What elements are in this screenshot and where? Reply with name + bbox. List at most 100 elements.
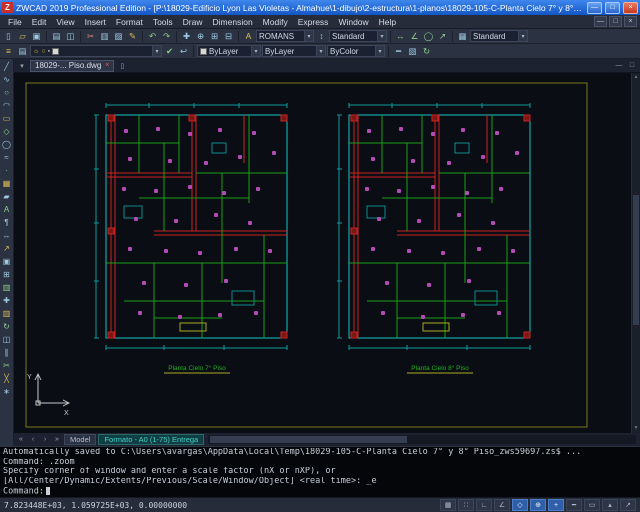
rotate-icon[interactable]: ↻	[1, 320, 13, 332]
color-select[interactable]: ByLayer ▾	[197, 45, 261, 57]
copy-object-icon[interactable]: ▥	[1, 307, 13, 319]
line-icon[interactable]: ╱	[1, 60, 13, 72]
ellipse-icon[interactable]: ◯	[1, 138, 13, 150]
text-style-select[interactable]: ROMANS ▾	[256, 30, 314, 42]
menu-view[interactable]: View	[51, 16, 79, 28]
plot-icon[interactable]: ▤	[50, 30, 63, 43]
undo-icon[interactable]: ↶	[146, 30, 159, 43]
prev-layout-icon[interactable]: ‹	[28, 436, 38, 443]
command-line-panel[interactable]: Automatically saved to C:\Users\avargas\…	[0, 446, 640, 497]
rectangle-icon[interactable]: ▭	[1, 112, 13, 124]
cut-icon[interactable]: ✂	[84, 30, 97, 43]
tab-close-icon[interactable]: ×	[105, 62, 109, 69]
make-layer-current-icon[interactable]: ✔	[163, 45, 176, 58]
model-space-toggle[interactable]: ▭	[584, 499, 600, 511]
arc-icon[interactable]: ◠	[1, 99, 13, 111]
close-button[interactable]: ×	[623, 2, 638, 14]
menu-file[interactable]: File	[3, 16, 27, 28]
tab-list-icon[interactable]: ▾	[17, 62, 27, 70]
point-icon[interactable]: ·	[1, 164, 13, 176]
esnap-toggle[interactable]: ◇	[512, 499, 528, 511]
zoom-window-icon[interactable]: ⊞	[208, 30, 221, 43]
properties-icon[interactable]: ▧	[406, 45, 419, 58]
vertical-scroll-thumb[interactable]	[633, 195, 639, 325]
menu-insert[interactable]: Insert	[80, 16, 111, 28]
save-icon[interactable]: ▣	[30, 30, 43, 43]
doc-restore-button[interactable]: □	[609, 16, 622, 27]
polar-toggle[interactable]: ∠	[494, 499, 510, 511]
ortho-toggle[interactable]: ∟	[476, 499, 492, 511]
scroll-down-icon[interactable]: ▼	[632, 424, 640, 433]
menu-window[interactable]: Window	[333, 16, 373, 28]
regen-icon[interactable]: ↻	[420, 45, 433, 58]
explode-icon[interactable]: ∗	[1, 385, 13, 397]
lineweight-toggle[interactable]: ━	[566, 499, 582, 511]
preview-icon[interactable]: ◫	[64, 30, 77, 43]
dim-radius-icon[interactable]: ◯	[422, 30, 435, 43]
layer-states-icon[interactable]: ▤	[16, 45, 29, 58]
dyn-toggle[interactable]: +	[548, 499, 564, 511]
maximize-button[interactable]: □	[605, 2, 620, 14]
dim-linear-icon[interactable]: ↔	[394, 30, 407, 43]
erase-icon[interactable]: ╳	[1, 372, 13, 384]
layer-manager-icon[interactable]: ≡	[2, 45, 15, 58]
pan-icon[interactable]: ✚	[180, 30, 193, 43]
viewport-restore-icon[interactable]: □	[627, 62, 637, 69]
snap-toggle[interactable]: ▦	[440, 499, 456, 511]
offset-icon[interactable]: ∥	[1, 346, 13, 358]
next-layout-icon[interactable]: ›	[40, 436, 50, 443]
grid-toggle[interactable]: ∷	[458, 499, 474, 511]
menu-dimension[interactable]: Dimension	[208, 16, 258, 28]
minimize-button[interactable]: —	[587, 2, 602, 14]
paste-icon[interactable]: ▨	[112, 30, 125, 43]
previous-layer-icon[interactable]: ↩	[177, 45, 190, 58]
dim-angular-icon[interactable]: ∠	[408, 30, 421, 43]
etrack-toggle[interactable]: ⊕	[530, 499, 546, 511]
new-drawing-icon[interactable]: ▯	[117, 62, 127, 70]
block-icon[interactable]: ▣	[1, 255, 13, 267]
command-prompt[interactable]: Command:	[3, 487, 637, 497]
menu-format[interactable]: Format	[111, 16, 148, 28]
open-icon[interactable]: ▱	[16, 30, 29, 43]
menu-modify[interactable]: Modify	[258, 16, 293, 28]
linetype-select[interactable]: ByLayer ▾	[262, 45, 326, 57]
table-icon[interactable]: ▥	[1, 281, 13, 293]
menu-tools[interactable]: Tools	[148, 16, 178, 28]
menu-edit[interactable]: Edit	[27, 16, 52, 28]
table-style-icon[interactable]: ▦	[456, 30, 469, 43]
menu-draw[interactable]: Draw	[178, 16, 208, 28]
drawing-canvas[interactable]: Planta Cielo 7° Piso Planta Cielo 8° Pis…	[14, 73, 640, 433]
mirror-icon[interactable]: ◫	[1, 333, 13, 345]
last-layout-icon[interactable]: »	[52, 436, 62, 443]
polyline-icon[interactable]: ∿	[1, 73, 13, 85]
trim-icon[interactable]: ✂	[1, 359, 13, 371]
dim-leader-icon[interactable]: ↗	[1, 242, 13, 254]
text-style-icon[interactable]: A	[242, 30, 255, 43]
dim-style-icon[interactable]: ↕	[315, 30, 328, 43]
move-icon[interactable]: ✚	[1, 294, 13, 306]
insert-block-icon[interactable]: ⊞	[1, 268, 13, 280]
plot-style-select[interactable]: ByColor ▾	[327, 45, 385, 57]
doc-close-button[interactable]: ×	[624, 16, 637, 27]
redo-icon[interactable]: ↷	[160, 30, 173, 43]
tab-layout-formato[interactable]: Formato - A0 (1-75) Entrega	[98, 434, 204, 445]
mtext-icon[interactable]: ¶	[1, 216, 13, 228]
horizontal-scroll-thumb[interactable]	[210, 436, 407, 443]
status-popup-icon[interactable]: ▴	[602, 499, 618, 511]
drawing-tab[interactable]: 18029-... Piso.dwg ×	[30, 60, 114, 72]
polygon-icon[interactable]: ◇	[1, 125, 13, 137]
tab-model[interactable]: Model	[64, 434, 96, 445]
doc-minimize-button[interactable]: —	[594, 16, 607, 27]
fullscreen-toggle[interactable]: ↗	[620, 499, 636, 511]
region-icon[interactable]: ▰	[1, 190, 13, 202]
viewport-minimize-icon[interactable]: —	[614, 62, 624, 69]
horizontal-scrollbar[interactable]	[208, 435, 636, 444]
match-properties-icon[interactable]: ✎	[126, 30, 139, 43]
spline-icon[interactable]: ≈	[1, 151, 13, 163]
hatch-icon[interactable]: ▦	[1, 177, 13, 189]
layer-select[interactable]: ☼ ○ ▪ ▾	[30, 45, 162, 57]
dim-linear-icon[interactable]: ↔	[1, 229, 13, 241]
lineweight-icon[interactable]: ━	[392, 45, 405, 58]
scroll-up-icon[interactable]: ▲	[632, 73, 640, 82]
new-icon[interactable]: ▯	[2, 30, 15, 43]
